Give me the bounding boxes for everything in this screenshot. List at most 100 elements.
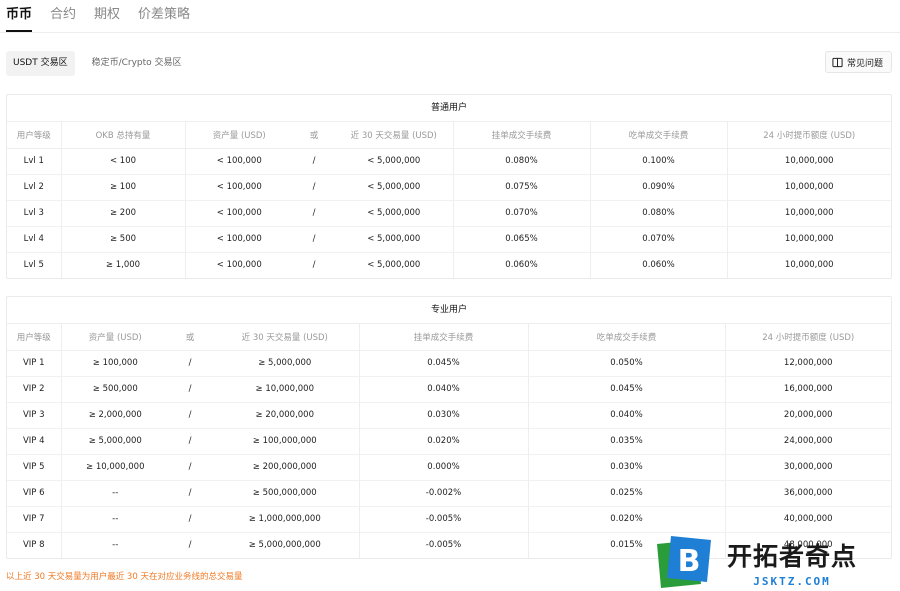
regular-users-table: 用户等级 OKB 总持有量 资产量 (USD) 或 近 30 天交易量 (USD… xyxy=(7,122,891,278)
table-cell: / xyxy=(169,506,211,533)
table-cell: / xyxy=(293,226,335,253)
table-cell: / xyxy=(293,200,335,227)
table-cell: < 100,000 xyxy=(184,226,293,253)
tab-options[interactable]: 期权 xyxy=(94,0,120,32)
subtab-usdt-zone[interactable]: USDT 交易区 xyxy=(6,51,75,76)
table-row: VIP 2 ≥ 500,000/≥ 10,000,000 0.040% 0.045% 1… xyxy=(7,376,891,403)
table-cell: 24,000,000 xyxy=(724,428,891,455)
table-cell: < 100,000 xyxy=(184,148,293,175)
table-row: VIP 4 ≥ 5,000,000/≥ 100,000,000 0.020% 0.03… xyxy=(7,428,891,455)
table-cell: Lvl 1 xyxy=(7,148,61,175)
table-cell: ≥ 10,000,000 xyxy=(60,454,169,481)
table-cell: 10,000,000 xyxy=(726,252,891,278)
table-cell: 30,000,000 xyxy=(724,454,891,481)
table-cell: -0.005% xyxy=(358,532,528,558)
table-cell: 0.070% xyxy=(589,226,727,253)
table-cell: VIP 4 xyxy=(7,428,61,455)
table-cell: -0.002% xyxy=(358,480,528,507)
table-header-row: 用户等级 OKB 总持有量 资产量 (USD) 或 近 30 天交易量 (USD… xyxy=(7,122,891,149)
pro-users-table: 用户等级 资产量 (USD) 或 近 30 天交易量 (USD) 挂单成交手续费… xyxy=(7,324,891,558)
col-header: 挂单成交手续费 xyxy=(452,122,590,149)
watermark: B 开拓者奇点 JSKTZ.COM xyxy=(657,536,895,588)
table-cell: 0.030% xyxy=(358,402,528,429)
table-cell: -- xyxy=(60,532,169,558)
table-cell: VIP 5 xyxy=(7,454,61,481)
table-cell: / xyxy=(293,174,335,201)
table-cell: 20,000,000 xyxy=(724,402,891,429)
table-cell: ≥ 200 xyxy=(60,200,185,227)
tab-spread-strategy[interactable]: 价差策略 xyxy=(138,0,190,32)
table-cell: ≥ 2,000,000 xyxy=(60,402,169,429)
watermark-logo: B xyxy=(657,536,713,588)
table-cell: 0.075% xyxy=(452,174,590,201)
table-cell: 10,000,000 xyxy=(726,200,891,227)
table-cell: < 100,000 xyxy=(184,200,293,227)
table-cell: -- xyxy=(60,480,169,507)
faq-button-label: 常见问题 xyxy=(846,58,883,69)
table-row: VIP 1 ≥ 100,000/≥ 5,000,000 0.045% 0.050% 12… xyxy=(7,350,891,377)
table-cell: ≥ 100,000 xyxy=(60,350,169,377)
col-header: 或 xyxy=(293,122,335,149)
table-cell: ≥ 5,000,000 xyxy=(60,428,169,455)
table-cell: / xyxy=(169,454,211,481)
table-cell: / xyxy=(169,350,211,377)
table-cell: ≥ 1,000,000,000 xyxy=(211,506,359,533)
table-cell: 0.090% xyxy=(589,174,727,201)
table-cell: ≥ 500 xyxy=(60,226,185,253)
table-cell: 10,000,000 xyxy=(726,174,891,201)
table-cell: ≥ 5,000,000,000 xyxy=(248,540,321,551)
table-row: Lvl 4 ≥ 500 < 100,000/< 5,000,000 0.065% 0.0… xyxy=(7,226,891,253)
table-cell: 0.060% xyxy=(452,252,590,278)
table-cell: ≥ 10,000,000 xyxy=(211,376,359,403)
book-icon xyxy=(832,57,843,67)
table-cell: < 100 xyxy=(60,148,185,175)
table-cell: Lvl 2 xyxy=(7,174,61,201)
pro-users-title: 专业用户 xyxy=(7,297,891,324)
table-cell: / xyxy=(169,402,211,429)
table-cell: Lvl 3 xyxy=(7,200,61,227)
table-cell: / xyxy=(169,376,211,403)
table-cell: 36,000,000 xyxy=(724,480,891,507)
faq-button[interactable]: 常见问题 xyxy=(824,51,892,73)
col-header: 吃单成交手续费 xyxy=(589,122,727,149)
col-header: 近 30 天交易量 (USD) xyxy=(211,324,359,351)
table-cell: 0.080% xyxy=(452,148,590,175)
table-cell: VIP 3 xyxy=(7,402,61,429)
subtab-stablecoin-crypto-zone[interactable]: 稳定币/Crypto 交易区 xyxy=(85,51,189,76)
table-header-row: 用户等级 资产量 (USD) 或 近 30 天交易量 (USD) 挂单成交手续费… xyxy=(7,324,891,351)
col-header: 24 小时提币额度 (USD) xyxy=(726,122,891,149)
col-header: 用户等级 xyxy=(7,324,61,351)
col-header: 资产量 (USD) xyxy=(184,122,293,149)
table-row: Lvl 1 < 100 < 100,000/< 5,000,000 0.080% 0.1… xyxy=(7,148,891,175)
table-cell: < 100,000 xyxy=(184,252,293,278)
table-cell: -- xyxy=(60,506,169,533)
table-cell: -0.005% xyxy=(358,506,528,533)
table-cell: / xyxy=(293,148,335,175)
table-cell: / xyxy=(169,428,211,455)
tabs-divider xyxy=(0,32,900,33)
table-row: VIP 3 ≥ 2,000,000/≥ 20,000,000 0.030% 0.040… xyxy=(7,402,891,429)
table-cell: 16,000,000 xyxy=(724,376,891,403)
table-cell: 0.040% xyxy=(358,376,528,403)
tab-spot[interactable]: 币币 xyxy=(6,0,33,32)
table-cell: ≥ 100 xyxy=(60,174,185,201)
tab-futures[interactable]: 合约 xyxy=(50,0,76,32)
table-row: VIP 7 -- / ≥ 1,000,000,000 -0.005% 0.020% 40,0… xyxy=(7,506,891,533)
pro-users-table-card: 专业用户 用户等级 资产量 (USD) 或 近 30 天交易量 (USD) 挂单… xyxy=(6,296,892,559)
table-cell: VIP 7 xyxy=(7,506,61,533)
table-cell: 0.040% xyxy=(527,402,725,429)
col-header: 近 30 天交易量 (USD) xyxy=(335,122,453,149)
watermark-cn-text: 开拓者奇点 xyxy=(727,541,858,571)
col-header: 资产量 (USD) xyxy=(60,324,169,351)
table-cell: 10,000,000 xyxy=(726,148,891,175)
table-cell: ≥ 5,000,000 xyxy=(211,350,359,377)
table-row: VIP 6 -- / ≥ 500,000,000 -0.002% 0.025% 36,000… xyxy=(7,480,891,507)
table-cell: / xyxy=(169,480,211,507)
table-cell: 0.000% xyxy=(358,454,528,481)
product-tabs: 币币 合约 期权 价差策略 xyxy=(6,0,190,32)
table-cell: 0.080% xyxy=(589,200,727,227)
table-cell: 0.045% xyxy=(358,350,528,377)
table-cell: / xyxy=(312,260,316,271)
table-cell: ≥ 500,000,000 xyxy=(211,480,359,507)
table-cell: 0.035% xyxy=(527,428,725,455)
